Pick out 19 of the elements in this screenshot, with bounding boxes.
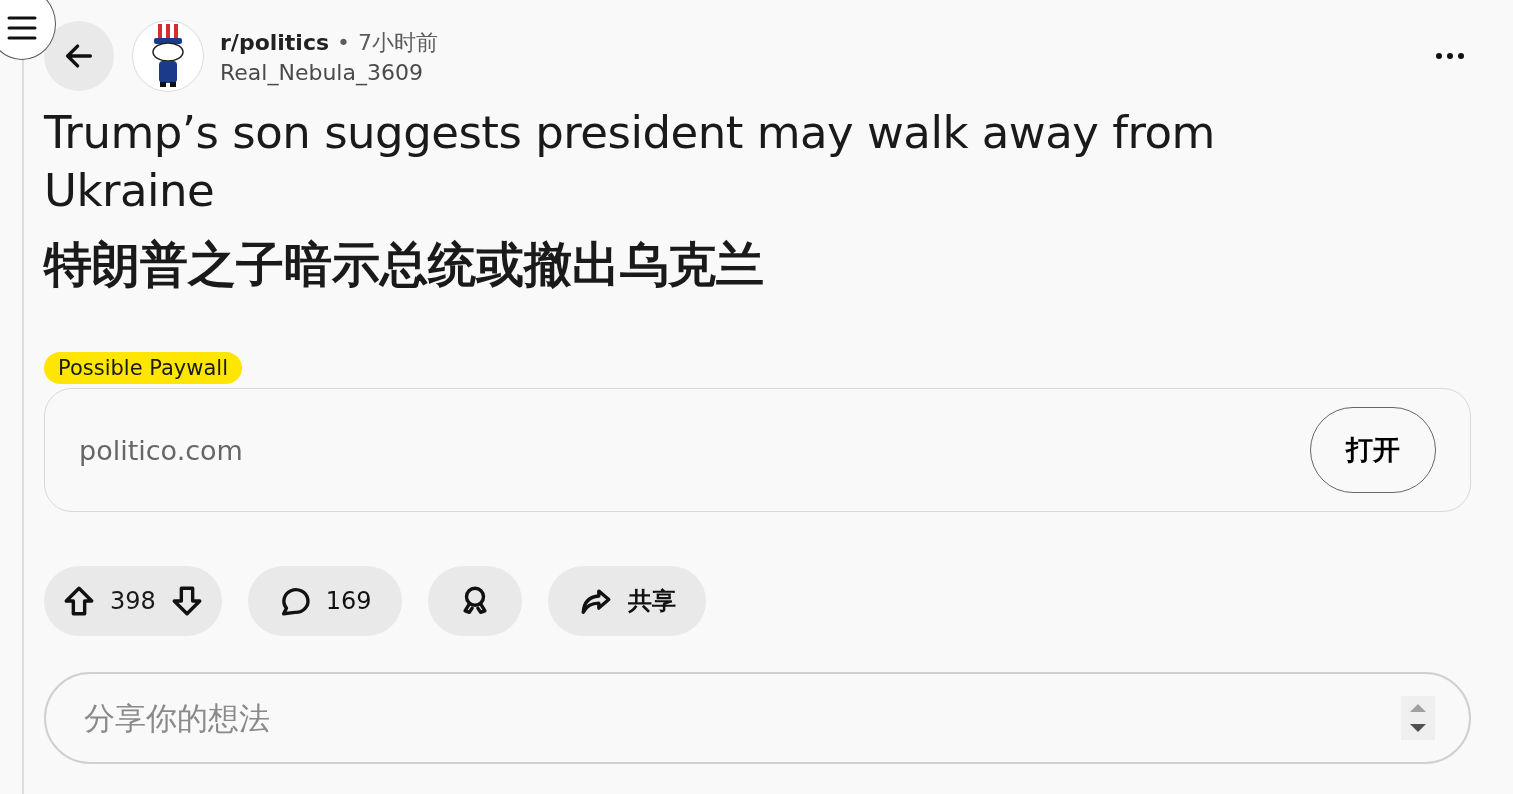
open-button[interactable]: 打开 [1310,407,1436,493]
author-link[interactable]: Real_Nebula_3609 [220,59,438,85]
post-time: 7小时前 [358,28,438,57]
post-title: Trump’s son suggests president may walk away from Ukraine [44,105,1216,219]
share-button[interactable]: 共享 [547,566,706,636]
subreddit-link[interactable]: r/politics [220,29,330,55]
upvote-button[interactable] [62,584,96,618]
scroll-arrows-icon [1401,696,1435,740]
comments-button[interactable]: 169 [247,566,402,636]
separator-dot: • [337,29,350,55]
up-arrow-icon [62,584,96,618]
post-flair: Possible Paywall [44,352,242,384]
link-domain[interactable]: politico.com [79,434,243,466]
translated-title: 特朗普之子暗示总统或撤出乌克兰 [44,235,765,294]
comment-field[interactable]: 分享你的想法 [82,699,1401,737]
more-icon [1435,52,1465,60]
comment-box[interactable]: 分享你的想法 [44,672,1471,764]
vote-score: 398 [110,587,156,615]
menu-icon [7,15,37,41]
